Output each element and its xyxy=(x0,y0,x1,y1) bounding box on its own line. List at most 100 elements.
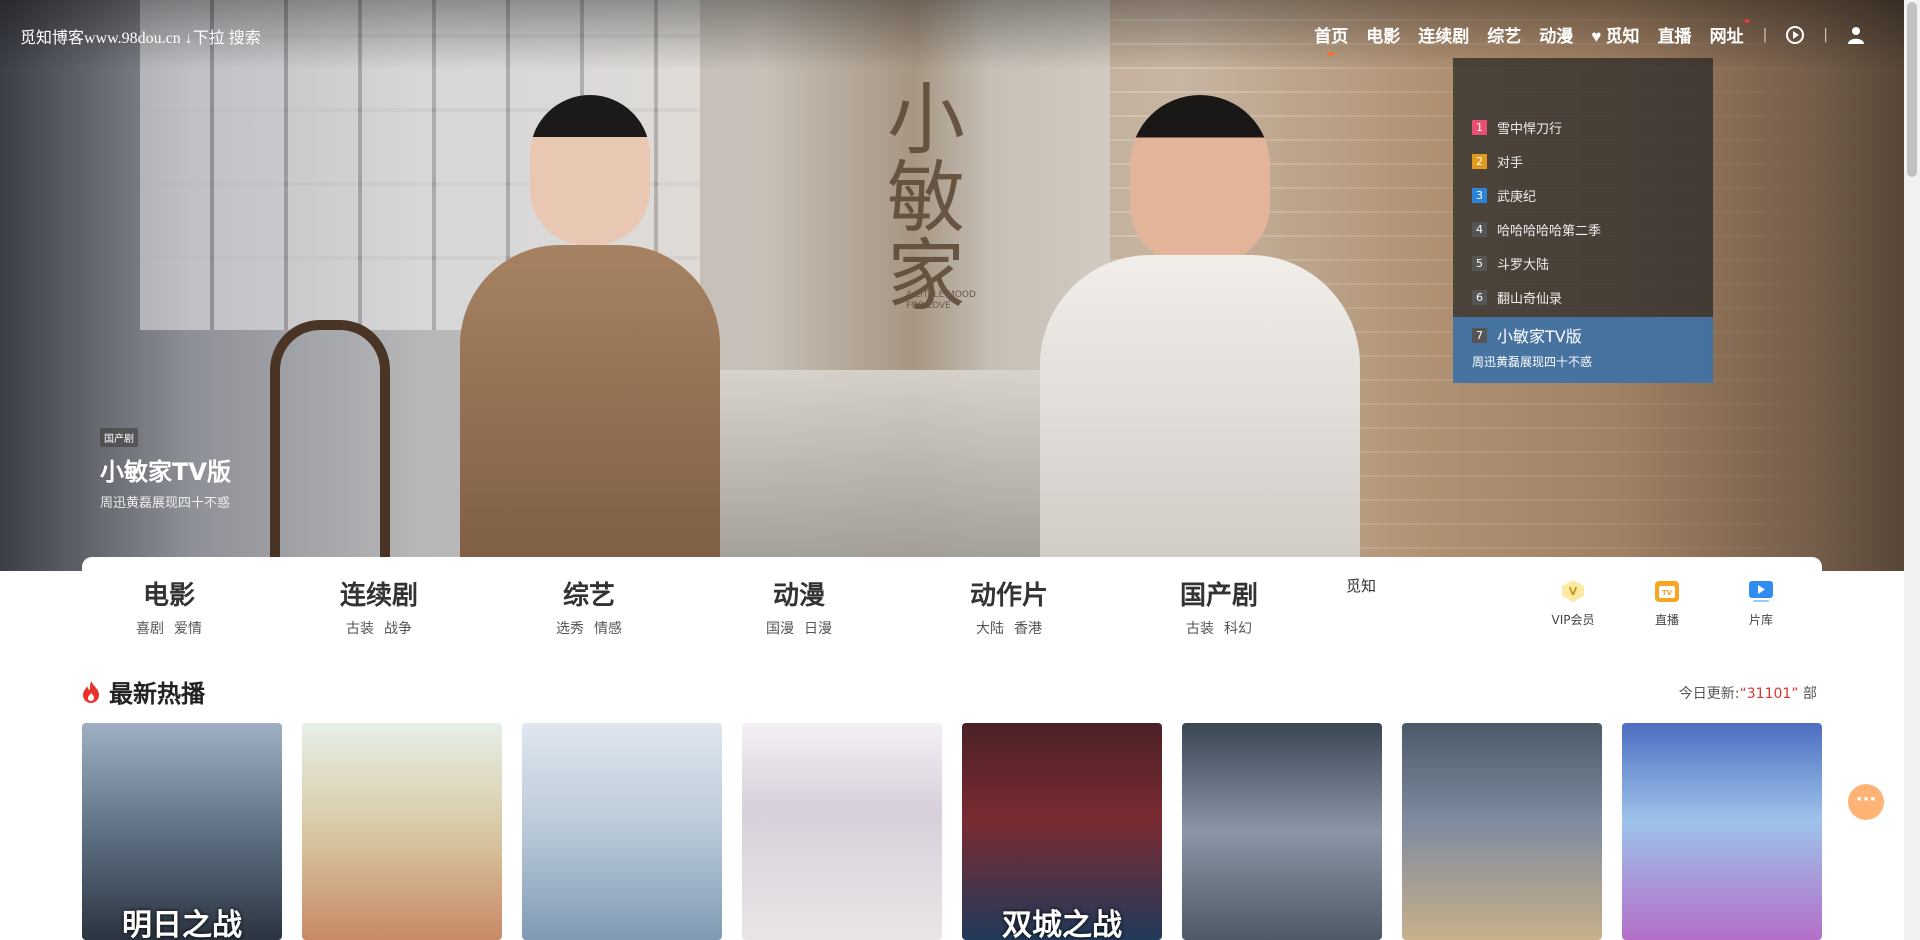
tool-label: VIP会员 xyxy=(1551,613,1595,627)
poster-card[interactable] xyxy=(522,723,722,940)
poster-card[interactable] xyxy=(1622,723,1822,940)
nav-home[interactable]: 首页 xyxy=(1314,22,1348,55)
hero-title[interactable]: 小敏家TV版 xyxy=(100,452,231,487)
rank-title: 武庚纪 xyxy=(1497,189,1537,205)
category-sub-link[interactable]: 选秀 xyxy=(556,621,584,637)
category-sub-link[interactable]: 战争 xyxy=(384,621,412,637)
live-tool[interactable]: TV 直播 xyxy=(1632,577,1702,628)
hero-chair xyxy=(270,320,390,571)
rank-title: 哈哈哈哈哈第二季 xyxy=(1497,223,1602,239)
poster-card[interactable] xyxy=(1182,723,1382,940)
notify-dot xyxy=(1744,19,1749,23)
today-update: 今日更新:“31101” 部 xyxy=(1679,683,1817,703)
category-movie: 电影 喜剧 爱情 xyxy=(109,575,229,638)
category-sub-link[interactable]: 香港 xyxy=(1014,621,1042,637)
vip-icon: V xyxy=(1559,577,1587,605)
heart-icon: ♥ xyxy=(1591,27,1602,46)
hero-subtitle: 周迅黄磊展现四十不惑 xyxy=(100,496,231,511)
rank-item[interactable]: 4 哈哈哈哈哈第二季 xyxy=(1453,212,1713,246)
rank-item[interactable]: 6 翻山奇仙录 xyxy=(1453,280,1713,314)
rank-number: 4 xyxy=(1472,221,1487,237)
ellipsis-icon: ··· xyxy=(1855,789,1877,810)
site-brand[interactable]: 觅知博客www.98dou.cn ↓下拉 搜索 xyxy=(20,24,261,48)
poster-caption: 双城之战 xyxy=(1002,908,1122,940)
poster-card[interactable]: 明日之战 xyxy=(82,723,282,940)
nav-variety[interactable]: 综艺 xyxy=(1487,22,1521,47)
main-nav: 首页 电影 连续剧 综艺 动漫 ♥ 觅知 直播 网址 | | xyxy=(1305,19,1874,55)
today-label: 今日更新: xyxy=(1678,686,1740,702)
hero-actor xyxy=(1040,95,1360,571)
nav-series[interactable]: 连续剧 xyxy=(1418,22,1469,47)
library-tool[interactable]: 片库 xyxy=(1726,577,1796,628)
ranking-panel: 1 雪中悍刀行 2 对手 3 武庚纪 4 哈哈哈哈哈第二季 5 斗罗大陆 6 翻山奇仙录 7… xyxy=(1453,58,1713,383)
rank-item[interactable]: 1 雪中悍刀行 xyxy=(1453,110,1713,144)
nav-mizhi-label: 觅知 xyxy=(1605,27,1640,46)
category-title[interactable]: 动作片 xyxy=(949,575,1069,612)
nav-movie[interactable]: 电影 xyxy=(1366,22,1400,47)
category-sub-link[interactable]: 喜剧 xyxy=(136,621,164,637)
category-sub-link[interactable]: 古装 xyxy=(1186,621,1214,637)
nav-sites[interactable]: 网址 xyxy=(1710,19,1749,47)
category-domestic: 国产剧 古装 科幻 xyxy=(1159,575,1279,638)
rank-number: 3 xyxy=(1472,187,1487,203)
hero-tag: 国产剧 xyxy=(100,428,138,447)
today-count: “31101” xyxy=(1739,686,1799,702)
rank-number: 2 xyxy=(1472,153,1487,169)
category-title[interactable]: 综艺 xyxy=(529,575,649,612)
category-variety: 综艺 选秀 情感 xyxy=(529,575,649,638)
category-title[interactable]: 电影 xyxy=(109,575,229,612)
rank-title: 翻山奇仙录 xyxy=(1497,291,1563,307)
tool-label: 直播 xyxy=(1654,613,1679,627)
rank-title: 小敏家TV版 xyxy=(1497,327,1582,346)
rank-number: 7 xyxy=(1472,327,1487,343)
category-title[interactable]: 连续剧 xyxy=(319,575,439,612)
history-play-icon[interactable] xyxy=(1785,25,1805,45)
nav-live[interactable]: 直播 xyxy=(1658,22,1692,47)
nav-divider: | xyxy=(1823,26,1828,43)
nav-mizhi[interactable]: ♥ 觅知 xyxy=(1591,22,1639,47)
nav-anime[interactable]: 动漫 xyxy=(1539,22,1573,47)
rank-number: 6 xyxy=(1472,289,1487,305)
rank-title: 对手 xyxy=(1497,155,1524,171)
rank-item[interactable]: 3 武庚纪 xyxy=(1453,178,1713,212)
play-library-icon xyxy=(1747,577,1775,605)
hero-calligraphy-sub: A LITTLE MOOD FOR LOVE xyxy=(906,290,976,311)
rank-number: 1 xyxy=(1472,119,1487,135)
category-sub-link[interactable]: 科幻 xyxy=(1224,621,1252,637)
poster-caption: 明日之战 xyxy=(122,908,242,940)
scrollbar-thumb[interactable] xyxy=(1907,2,1917,177)
user-icon[interactable] xyxy=(1846,25,1866,45)
more-menu-button[interactable]: ··· xyxy=(1848,784,1884,820)
category-sub-link[interactable]: 国漫 xyxy=(766,621,794,637)
poster-card[interactable] xyxy=(742,723,942,940)
poster-card[interactable] xyxy=(302,723,502,940)
rank-item[interactable]: 2 对手 xyxy=(1453,144,1713,178)
category-sub-link[interactable]: 日漫 xyxy=(804,621,832,637)
poster-card[interactable]: 双城之战 xyxy=(962,723,1162,940)
category-anime: 动漫 国漫 日漫 xyxy=(739,575,859,638)
extra-link[interactable]: 觅知 xyxy=(1346,575,1376,596)
rank-item[interactable]: 5 斗罗大陆 xyxy=(1453,246,1713,280)
hero-calligraphy: 小敏家 xyxy=(874,78,964,312)
svg-text:V: V xyxy=(1569,585,1578,598)
category-sub-link[interactable]: 爱情 xyxy=(174,621,202,637)
category-bar: 电影 喜剧 爱情 连续剧 古装 战争 综艺 选秀 情感 动漫 国漫 日漫 动作片 大陆香… xyxy=(82,557,1822,643)
tv-icon: TV xyxy=(1653,577,1681,605)
category-title[interactable]: 国产剧 xyxy=(1159,575,1279,612)
rank-number: 5 xyxy=(1472,255,1487,271)
category-sub-link[interactable]: 情感 xyxy=(594,621,622,637)
tool-label: 片库 xyxy=(1748,613,1773,627)
category-sub-link[interactable]: 古装 xyxy=(346,621,374,637)
nav-divider: | xyxy=(1762,26,1768,43)
section-title: 最新热播 xyxy=(82,674,205,709)
rank-title: 斗罗大陆 xyxy=(1497,257,1550,273)
category-title[interactable]: 动漫 xyxy=(739,575,859,612)
category-sub-link[interactable]: 大陆 xyxy=(976,621,1004,637)
rank-item-active[interactable]: 7 小敏家TV版 周迅黄磊展现四十不惑 xyxy=(1453,317,1713,383)
vip-tool[interactable]: V VIP会员 xyxy=(1538,577,1608,628)
page-scrollbar[interactable] xyxy=(1904,0,1920,940)
rank-subtitle: 周迅黄磊展现四十不惑 xyxy=(1472,355,1593,369)
section-title-text: 最新热播 xyxy=(109,680,205,708)
category-series: 连续剧 古装 战争 xyxy=(319,575,439,638)
poster-card[interactable] xyxy=(1402,723,1602,940)
